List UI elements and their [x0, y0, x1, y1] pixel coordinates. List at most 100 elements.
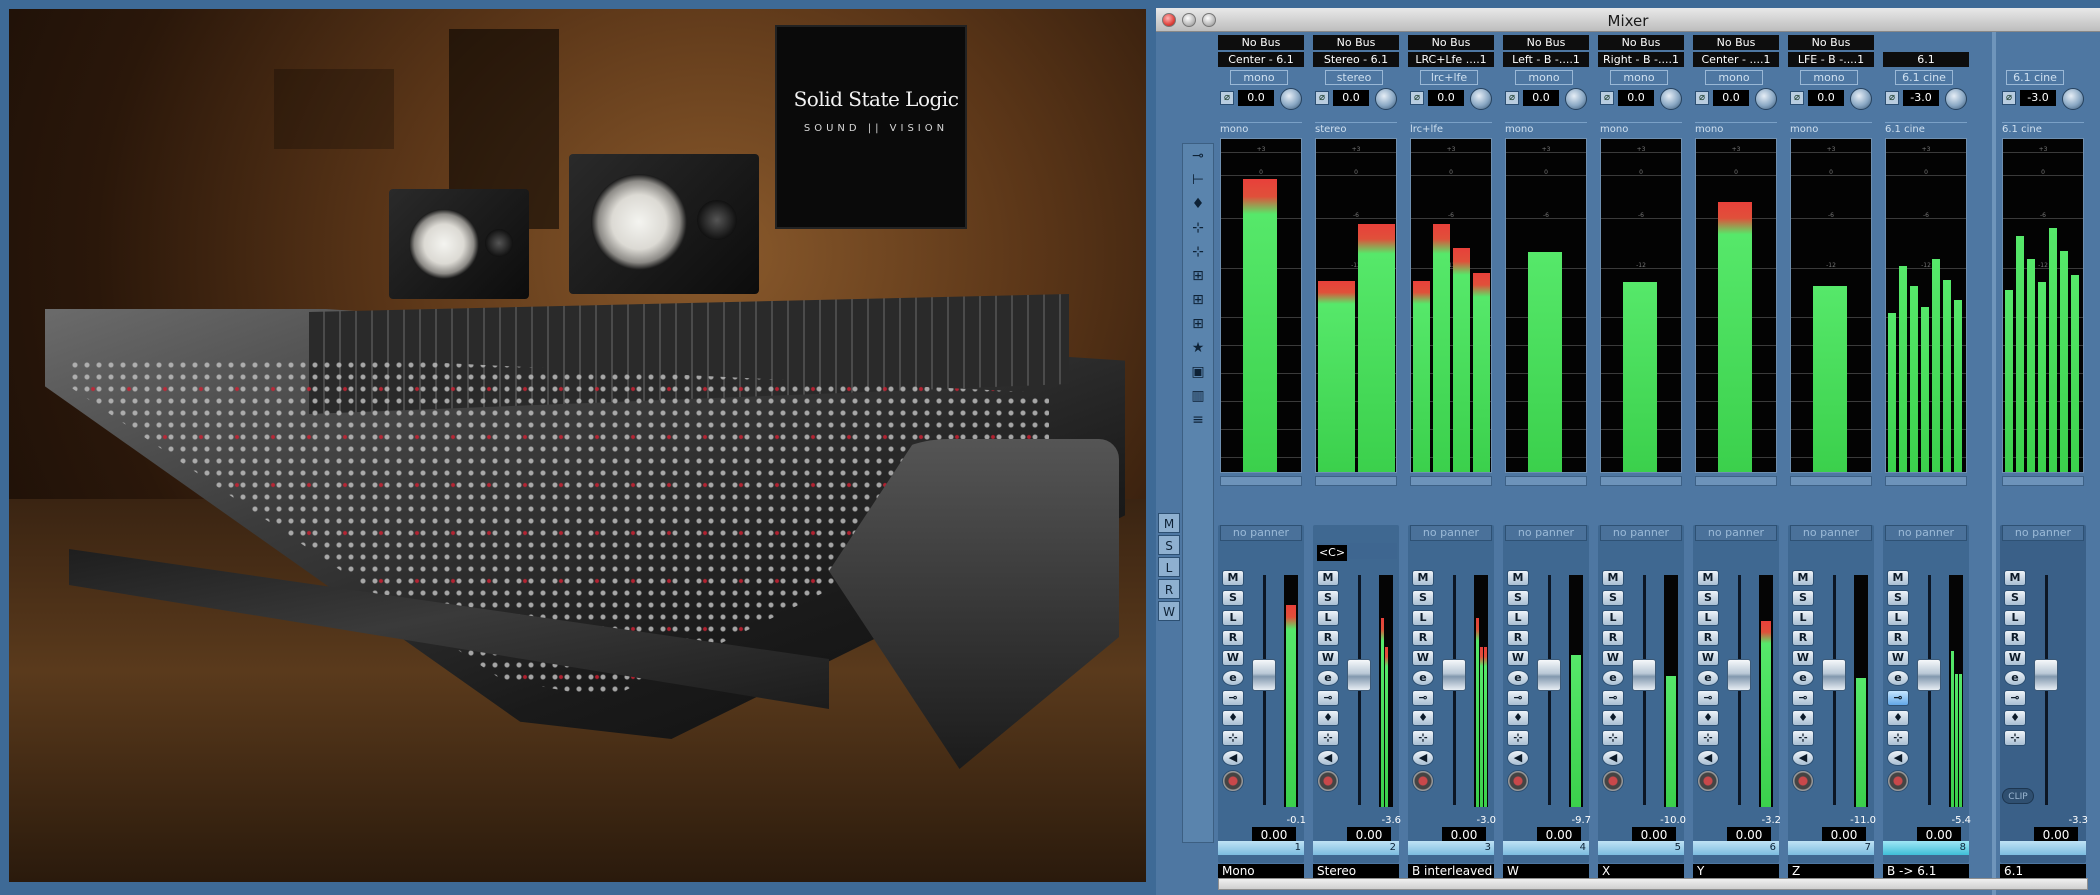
- channel-name[interactable]: Y: [1693, 864, 1779, 879]
- send-bypass-icon[interactable]: ⊹: [1602, 730, 1624, 746]
- meter-scrollbar[interactable]: [1885, 476, 1967, 486]
- global-l-button[interactable]: L: [1158, 557, 1180, 577]
- channel-name[interactable]: Mono: [1218, 864, 1304, 879]
- output-routing-selector[interactable]: Center - 6.1: [1218, 52, 1304, 67]
- channel-name[interactable]: B -> 6.1: [1883, 864, 1969, 879]
- eq-bypass-icon[interactable]: ♦: [1412, 710, 1434, 726]
- eq-bypass-icon[interactable]: ♦: [1887, 710, 1909, 726]
- input-trim-knob[interactable]: [1280, 88, 1302, 110]
- record-enable-button[interactable]: [1602, 770, 1624, 792]
- send-bypass-icon[interactable]: ⊹: [1222, 730, 1244, 746]
- clip-indicator[interactable]: CLIP: [2002, 788, 2034, 804]
- volume-fader[interactable]: [1347, 659, 1371, 691]
- meter-icon[interactable]: ▥: [1183, 384, 1213, 408]
- solo-button[interactable]: S: [1792, 590, 1814, 606]
- channel-select-bar[interactable]: 2: [1313, 841, 1399, 855]
- output-bus-selector[interactable]: No Bus: [1693, 35, 1779, 50]
- insert-icon[interactable]: ⊢: [1183, 168, 1213, 192]
- eq-bypass-icon[interactable]: ♦: [1317, 710, 1339, 726]
- listen-button[interactable]: L: [1697, 610, 1719, 626]
- volume-fader[interactable]: [1917, 659, 1941, 691]
- solo-button[interactable]: S: [2004, 590, 2026, 606]
- insert-bypass-icon[interactable]: ⊸: [1222, 690, 1244, 706]
- channel-config-button[interactable]: 6.1 cine: [2006, 70, 2064, 85]
- eq-bypass-icon[interactable]: ♦: [1507, 710, 1529, 726]
- volume-fader[interactable]: [1822, 659, 1846, 691]
- input-gain-value[interactable]: -3.0: [1903, 90, 1939, 106]
- meter-scrollbar[interactable]: [1790, 476, 1872, 486]
- record-enable-button[interactable]: [1412, 770, 1434, 792]
- star-icon[interactable]: ★: [1183, 336, 1213, 360]
- channel-select-bar[interactable]: 6: [1693, 841, 1779, 855]
- channel-select-bar[interactable]: 7: [1788, 841, 1874, 855]
- phase-invert-icon[interactable]: ⌀: [1410, 91, 1424, 105]
- edit-channel-button[interactable]: e: [1412, 670, 1434, 686]
- channel-select-bar[interactable]: [2000, 841, 2086, 855]
- send-bypass-icon[interactable]: ⊹: [1412, 730, 1434, 746]
- eq-bypass-icon[interactable]: ♦: [1697, 710, 1719, 726]
- read-automation-button[interactable]: R: [1412, 630, 1434, 646]
- input-gain-value[interactable]: 0.0: [1618, 90, 1654, 106]
- channel-config-button[interactable]: stereo: [1325, 70, 1383, 85]
- mute-button[interactable]: M: [1697, 570, 1719, 586]
- write-automation-button[interactable]: W: [1887, 650, 1909, 666]
- edit-channel-button[interactable]: e: [1507, 670, 1529, 686]
- send-bypass-icon[interactable]: ⊹: [2004, 730, 2026, 746]
- monitor-icon[interactable]: ◀: [1792, 750, 1814, 766]
- read-automation-button[interactable]: R: [1222, 630, 1244, 646]
- monitor-icon[interactable]: ◀: [1507, 750, 1529, 766]
- input-trim-knob[interactable]: [2062, 88, 2084, 110]
- read-automation-button[interactable]: R: [1507, 630, 1529, 646]
- record-enable-button[interactable]: [1697, 770, 1719, 792]
- solo-button[interactable]: S: [1602, 590, 1624, 606]
- phase-invert-icon[interactable]: ⌀: [1885, 91, 1899, 105]
- meter-scrollbar[interactable]: [1220, 476, 1302, 486]
- record-enable-button[interactable]: [1792, 770, 1814, 792]
- eq-icon[interactable]: ♦: [1183, 192, 1213, 216]
- send-bypass-icon[interactable]: ⊹: [1317, 730, 1339, 746]
- channel-name[interactable]: W: [1503, 864, 1589, 879]
- mute-button[interactable]: M: [1507, 570, 1529, 586]
- meter-scrollbar[interactable]: [1600, 476, 1682, 486]
- title-bar[interactable]: Mixer: [1156, 8, 2100, 32]
- mute-button[interactable]: M: [1792, 570, 1814, 586]
- channel-name[interactable]: B interleaved: [1408, 864, 1494, 879]
- output-bus-selector[interactable]: No Bus: [1598, 35, 1684, 50]
- channel-config-button[interactable]: mono: [1610, 70, 1668, 85]
- output-routing-selector[interactable]: LFE - B -....1: [1788, 52, 1874, 67]
- insert-bypass-icon[interactable]: ⊸: [1887, 690, 1909, 706]
- output-bus-selector[interactable]: No Bus: [1408, 35, 1494, 50]
- input-gain-value[interactable]: -3.0: [2020, 90, 2056, 106]
- mute-button[interactable]: M: [2004, 570, 2026, 586]
- input-trim-knob[interactable]: [1660, 88, 1682, 110]
- send-icon[interactable]: ⊹: [1183, 216, 1213, 240]
- edit-channel-button[interactable]: e: [1222, 670, 1244, 686]
- eq-bypass-icon[interactable]: ♦: [1222, 710, 1244, 726]
- meter-scrollbar[interactable]: [2002, 476, 2084, 486]
- volume-fader[interactable]: [1442, 659, 1466, 691]
- write-automation-button[interactable]: W: [1602, 650, 1624, 666]
- channel-name[interactable]: Z: [1788, 864, 1874, 879]
- edit-channel-button[interactable]: e: [1792, 670, 1814, 686]
- global-m-button[interactable]: M: [1158, 513, 1180, 533]
- send-bypass-icon[interactable]: ⊹: [1792, 730, 1814, 746]
- channel-config-button[interactable]: mono: [1515, 70, 1573, 85]
- meter-scrollbar[interactable]: [1505, 476, 1587, 486]
- record-enable-button[interactable]: [1222, 770, 1244, 792]
- write-automation-button[interactable]: W: [1507, 650, 1529, 666]
- input-gain-value[interactable]: 0.0: [1808, 90, 1844, 106]
- read-automation-button[interactable]: R: [1697, 630, 1719, 646]
- output-bus-selector[interactable]: No Bus: [1788, 35, 1874, 50]
- insert-bypass-icon[interactable]: ⊸: [1697, 690, 1719, 706]
- insert-bypass-icon[interactable]: ⊸: [1507, 690, 1529, 706]
- solo-button[interactable]: S: [1507, 590, 1529, 606]
- meter-scrollbar[interactable]: [1410, 476, 1492, 486]
- send-bypass-icon[interactable]: ⊹: [1697, 730, 1719, 746]
- panner-position[interactable]: <C>: [1317, 545, 1347, 561]
- input-gain-value[interactable]: 0.0: [1523, 90, 1559, 106]
- write-automation-button[interactable]: W: [1697, 650, 1719, 666]
- edit-channel-button[interactable]: e: [1602, 670, 1624, 686]
- input-trim-knob[interactable]: [1375, 88, 1397, 110]
- volume-fader[interactable]: [1727, 659, 1751, 691]
- listen-button[interactable]: L: [1792, 610, 1814, 626]
